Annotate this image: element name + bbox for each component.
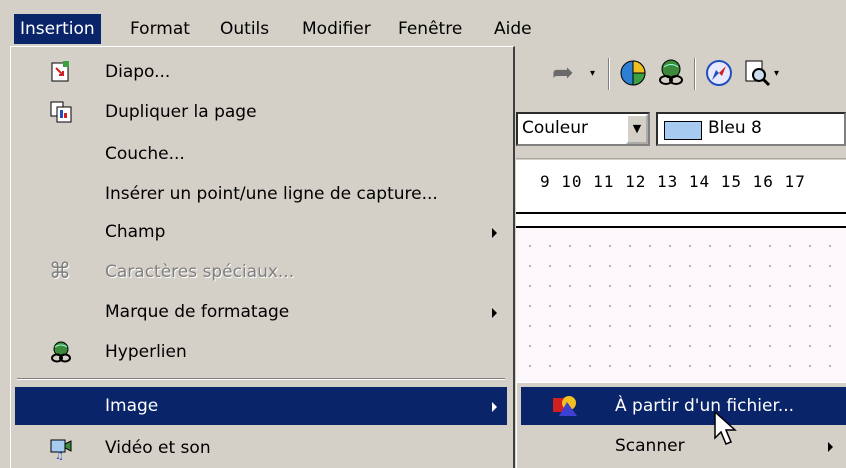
menu-fenetre-label: Fenêtre <box>398 19 463 39</box>
submenu-item-from-file[interactable]: À partir d'un fichier... <box>521 387 846 425</box>
menu-item-dupliquer-page[interactable]: Dupliquer la page <box>15 93 507 131</box>
fill-color-value: Bleu 8 <box>708 118 762 138</box>
menu-item-couche[interactable]: Couche... <box>15 135 507 173</box>
color-swatch <box>664 121 702 140</box>
submenu-item-label: À partir d'un fichier... <box>615 396 795 416</box>
submenu-item-label: Scanner <box>615 436 685 456</box>
menu-item-label: Insérer un point/une ligne de capture... <box>105 184 438 204</box>
menu-item-label: Vidéo et son <box>105 438 211 458</box>
duplicate-page-icon <box>50 101 72 123</box>
menu-modifier[interactable]: Modifier <box>296 14 377 44</box>
chart-pie-icon[interactable] <box>618 58 648 88</box>
menu-item-hyperlien[interactable]: Hyperlien <box>15 333 507 371</box>
insertion-dropdown-menu: Diapo... Dupliquer la page Couche... Ins… <box>10 46 515 468</box>
menu-item-label: Marque de formatage <box>105 302 290 322</box>
menu-item-diapo[interactable]: Diapo... <box>15 53 507 91</box>
menu-insertion-label: Insertion <box>20 19 95 39</box>
command-symbol-icon: ⌘ <box>49 259 71 284</box>
slide-icon <box>51 61 69 82</box>
fill-color-select[interactable]: Bleu 8 <box>656 112 846 146</box>
menu-item-video-son[interactable]: ♫ Vidéo et son <box>15 429 507 467</box>
menu-aide-label: Aide <box>494 19 532 39</box>
video-sound-icon: ♫ <box>50 439 72 460</box>
menu-item-label: Hyperlien <box>105 342 187 362</box>
chevron-down-icon[interactable]: ▼ <box>626 114 648 144</box>
ruler-numbers: 9 10 11 12 13 14 15 16 17 <box>540 172 806 191</box>
menu-outils[interactable]: Outils <box>214 14 275 44</box>
image-submenu: À partir d'un fichier... Scanner <box>516 382 846 468</box>
menu-item-marque-formatage[interactable]: Marque de formatage <box>15 293 507 331</box>
standard-toolbar: ➦ ▾ ▾ <box>516 46 846 101</box>
line-fill-toolbar: Couleur ▼ Bleu 8 <box>516 100 846 159</box>
hyperlink-globe-icon <box>51 341 71 363</box>
redo-icon[interactable]: ➦ <box>552 58 574 88</box>
menu-item-label: Couche... <box>105 144 185 164</box>
menu-item-caracteres-speciaux: ⌘ Caractères spéciaux... <box>15 253 507 291</box>
zoom-icon[interactable] <box>742 58 772 88</box>
menu-separator <box>17 378 505 380</box>
mouse-pointer-icon <box>714 410 737 445</box>
menu-fenetre[interactable]: Fenêtre <box>392 14 468 44</box>
menu-aide[interactable]: Aide <box>488 14 538 44</box>
slide-page[interactable] <box>516 226 846 388</box>
menu-bar: Insertion Format Outils Modifier Fenêtre… <box>0 0 846 46</box>
menu-insertion[interactable]: Insertion <box>14 14 101 44</box>
submenu-arrow-icon <box>492 308 497 318</box>
menu-item-champ[interactable]: Champ <box>15 213 507 251</box>
menu-format-label: Format <box>130 19 190 39</box>
menu-outils-label: Outils <box>220 19 270 39</box>
menu-item-label: Dupliquer la page <box>105 102 257 122</box>
hyperlink-globe-icon[interactable] <box>656 58 686 88</box>
page-border-line <box>516 212 846 214</box>
menu-modifier-label: Modifier <box>302 19 371 39</box>
fill-style-select[interactable]: Couleur ▼ <box>516 112 650 146</box>
toolbar-separator <box>608 58 610 90</box>
image-from-file-icon <box>553 396 577 416</box>
menu-item-label: Diapo... <box>105 62 171 82</box>
submenu-arrow-icon <box>492 228 497 238</box>
submenu-item-scanner[interactable]: Scanner <box>521 427 846 465</box>
menu-item-label: Champ <box>105 222 166 242</box>
toolbar-separator <box>694 58 696 90</box>
menu-item-label: Caractères spéciaux... <box>105 262 295 282</box>
navigator-compass-icon[interactable] <box>704 58 734 88</box>
horizontal-ruler: 9 10 11 12 13 14 15 16 17 <box>516 160 846 202</box>
submenu-arrow-icon <box>492 402 497 412</box>
fill-style-value: Couleur <box>522 118 588 138</box>
menu-item-label: Image <box>105 396 159 416</box>
redo-dropdown-icon[interactable]: ▾ <box>590 68 595 79</box>
menu-item-inserer-point-ligne[interactable]: Insérer un point/une ligne de capture... <box>15 175 507 213</box>
svg-text:♫: ♫ <box>55 451 64 460</box>
zoom-dropdown-icon[interactable]: ▾ <box>774 68 779 79</box>
menu-format[interactable]: Format <box>124 14 196 44</box>
submenu-arrow-icon <box>828 442 833 452</box>
menu-item-image[interactable]: Image <box>15 387 507 425</box>
